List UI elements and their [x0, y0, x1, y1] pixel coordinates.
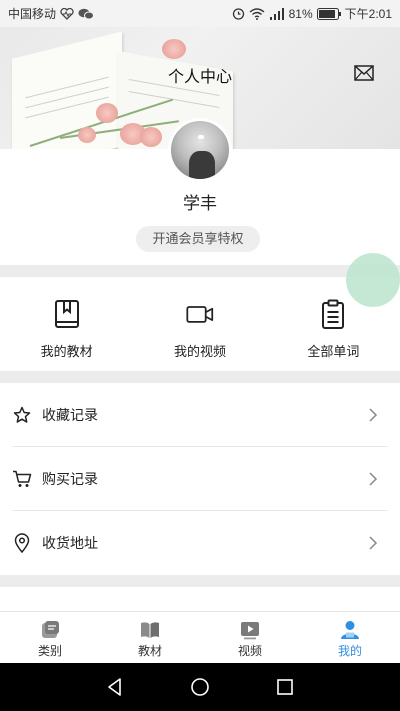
video-camera-icon — [186, 306, 214, 323]
feature-my-textbooks[interactable]: 我的教材 — [0, 277, 133, 371]
alarm-icon — [232, 8, 244, 20]
tab-label: 视频 — [237, 644, 262, 658]
avatar-photo-figure — [189, 151, 215, 179]
user-icon — [341, 621, 359, 639]
settings-menu-list: 收藏记录 购买记录 收货地址 — [0, 383, 400, 575]
flower-blossom — [140, 127, 162, 147]
star-icon — [12, 405, 32, 425]
recent-apps-icon[interactable] — [275, 677, 295, 697]
mail-icon[interactable] — [354, 65, 374, 81]
chevron-right-icon — [369, 408, 378, 422]
flower-blossom — [96, 103, 118, 123]
chevron-right-icon — [369, 472, 378, 486]
vip-membership-button[interactable]: 开通会员享特权 — [136, 226, 260, 252]
avatar[interactable] — [168, 118, 232, 182]
signal-icon — [269, 7, 284, 20]
tab-textbooks[interactable]: 教材 — [100, 612, 200, 663]
bottom-tab-bar: 类别 教材 视频 我的 — [0, 611, 400, 663]
menu-item-label: 收货地址 — [42, 535, 98, 551]
tab-category[interactable]: 类别 — [0, 612, 100, 663]
status-bar-left: 中国移动 — [8, 5, 95, 22]
flower-blossom — [78, 127, 96, 143]
menu-item-label: 收藏记录 — [42, 407, 98, 423]
tab-mine[interactable]: 我的 — [300, 612, 400, 663]
textbook-icon — [54, 300, 79, 328]
wifi-icon — [249, 7, 265, 20]
menu-item-shipping-address[interactable]: 收货地址 — [0, 511, 400, 575]
cart-icon — [12, 469, 32, 489]
home-icon[interactable] — [190, 677, 210, 697]
chevron-right-icon — [369, 536, 378, 550]
feature-label: 我的教材 — [40, 344, 93, 359]
username[interactable]: 学丰 — [0, 189, 400, 214]
tab-videos[interactable]: 视频 — [200, 612, 300, 663]
tab-label: 我的 — [337, 644, 362, 658]
page-title: 个人中心 — [167, 69, 232, 86]
wechat-icon — [78, 8, 95, 19]
tab-label: 教材 — [137, 644, 162, 658]
category-icon — [42, 621, 59, 638]
heart-rate-icon — [60, 7, 74, 20]
feature-my-videos[interactable]: 我的视频 — [133, 277, 266, 371]
flower-blossom — [162, 39, 186, 59]
tab-label: 类别 — [37, 644, 62, 658]
menu-item-purchases[interactable]: 购买记录 — [0, 447, 400, 511]
feature-label: 全部单词 — [307, 344, 360, 359]
clipboard-icon — [322, 299, 345, 329]
battery-percent: 81% — [288, 6, 313, 21]
menu-item-label: 购买记录 — [42, 471, 98, 487]
back-icon[interactable] — [105, 677, 125, 697]
battery-icon — [316, 7, 341, 20]
status-bar: 中国移动 81% 下午2:01 — [0, 0, 400, 27]
feature-label: 我的视频 — [173, 344, 226, 359]
menu-item-favorites[interactable]: 收藏记录 — [0, 383, 400, 447]
feature-shortcuts: 我的教材 我的视频 全部单词 — [0, 277, 400, 371]
avatar-photo-light — [198, 135, 204, 139]
floating-action-bubble[interactable] — [346, 253, 400, 307]
video-play-icon — [241, 622, 259, 640]
status-bar-right: 81% 下午2:01 — [232, 5, 392, 22]
system-navigation-bar — [0, 663, 400, 711]
clock-time: 下午2:01 — [344, 7, 392, 21]
location-pin-icon — [12, 533, 32, 553]
book-icon — [141, 622, 159, 638]
carrier-name: 中国移动 — [8, 7, 57, 21]
